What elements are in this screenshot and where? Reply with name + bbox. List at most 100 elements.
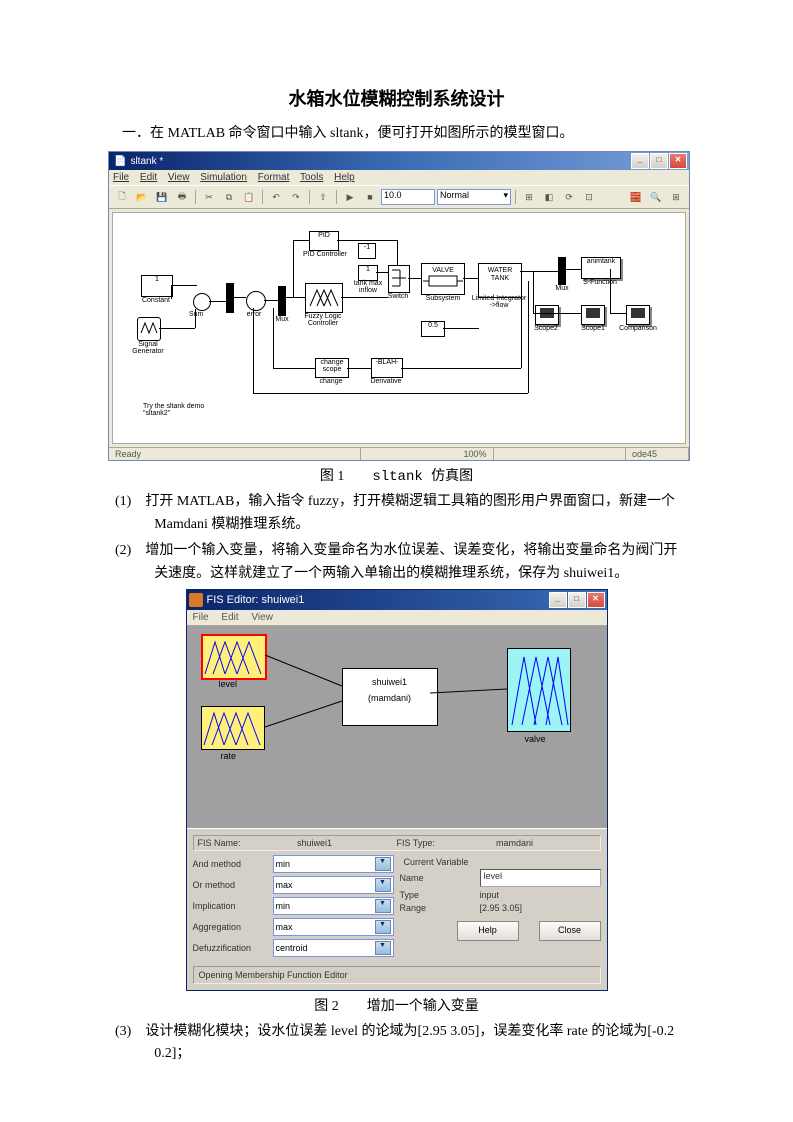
watertank-block[interactable]: WATERTANK [478,263,522,298]
range-label: Range [400,903,480,913]
undo-icon[interactable]: ↶ [267,188,285,206]
and-select[interactable]: min▼ [273,855,394,873]
def-label: Defuzzification [193,943,273,953]
menu-view[interactable]: View [168,172,190,183]
agg-label: Aggregation [193,922,273,932]
close-button[interactable]: Close [539,921,601,941]
minimize-button[interactable]: _ [549,592,567,608]
toolbar[interactable]: 🗋 📂 💾 🖶 ✂ ⧉ 📋 ↶ ↷ ⇧ ▶ ■ 10.0 Normal▾ ⊞ ◧… [109,185,689,209]
solver-select[interactable]: Normal▾ [437,189,511,205]
tool-icon[interactable]: ⊡ [580,188,598,206]
scope1-label: Scope1 [575,325,611,332]
const1-block[interactable]: 1 [358,265,378,281]
fis-system-box[interactable]: shuiwei1 (mamdani) [342,668,438,726]
up-icon[interactable]: ⇧ [314,188,332,206]
menu-edit[interactable]: Edit [221,612,238,623]
open-icon[interactable]: 📂 [133,188,151,206]
input-rate-box[interactable] [201,706,265,750]
scope-icon[interactable]: 🔍 [647,188,665,206]
section-1: 一．在 MATLAB 命令窗口中输入 sltank，便可打开如图所示的模型窗口。 [108,123,685,145]
compare-label: Comparison [617,325,659,332]
menubar[interactable]: File Edit View Simulation Format Tools H… [109,170,689,185]
compare-block[interactable] [626,305,650,325]
sfunc-label: S-Function [577,279,623,286]
or-select[interactable]: max▼ [273,876,394,894]
paste-icon[interactable]: 📋 [240,188,258,206]
menu-file[interactable]: File [193,612,209,623]
chevron-down-icon[interactable]: ▼ [375,920,391,934]
animtank-block[interactable]: animtank [581,257,621,279]
save-icon[interactable]: 💾 [153,188,171,206]
menu-edit[interactable]: Edit [140,172,157,183]
mux-block[interactable] [226,283,234,313]
titlebar[interactable]: 📄 sltank * _ □ ✕ [109,152,689,170]
menu-file[interactable]: File [113,172,129,183]
print-icon[interactable]: 🖶 [173,188,191,206]
change-block[interactable]: changescope [315,358,349,378]
switch-block[interactable] [388,265,410,293]
chevron-down-icon[interactable]: ▼ [375,878,391,892]
pid-block[interactable]: PID [309,231,339,251]
siggen-label: SignalGenerator [123,341,173,355]
const05-block[interactable]: 0.5 [421,321,445,337]
deriv-label: Derivative [365,378,407,385]
fuzzy-block[interactable] [305,283,343,313]
help-button[interactable]: Help [457,921,519,941]
stop-time[interactable]: 10.0 [381,189,435,205]
tool-icon[interactable]: ⊞ [520,188,538,206]
signal-gen-block[interactable] [137,317,161,341]
fisname-label: FIS Name: [198,838,298,848]
sys-type: (mamdani) [347,693,433,703]
imp-select[interactable]: min▼ [273,897,394,915]
redo-icon[interactable]: ↷ [287,188,305,206]
mux2-block[interactable] [278,286,286,316]
doc-title: 水箱水位模糊控制系统设计 [108,85,685,111]
cut-icon[interactable]: ✂ [200,188,218,206]
chevron-down-icon[interactable]: ▼ [375,899,391,913]
sum-label: Sum [189,311,203,318]
maximize-button[interactable]: □ [568,592,586,608]
input2-label: rate [221,751,237,761]
minimize-button[interactable]: _ [631,153,649,169]
range-value: [2.95 3.05] [480,903,601,913]
menu-tools[interactable]: Tools [300,172,323,183]
fis-menubar[interactable]: File Edit View [187,610,607,626]
model-canvas[interactable]: 1 Constant SignalGenerator Sum error Mux… [112,212,686,444]
list-item-1: (1) 打开 MATLAB，输入指令 fuzzy，打开模糊逻辑工具箱的图形用户界… [108,491,685,536]
stop-icon[interactable]: ■ [361,188,379,206]
fis-diagram[interactable]: level rate shuiwei1 (mamdani) valve [187,626,607,828]
constant-block[interactable]: 1 [141,275,173,297]
sum2-block[interactable] [246,291,266,311]
type-label: Type [400,890,480,900]
def-select[interactable]: centroid▼ [273,939,394,957]
new-icon[interactable]: 🗋 [113,188,131,206]
blah-block[interactable]: -BLAH- [371,358,403,378]
close-button[interactable]: ✕ [669,153,687,169]
menu-view[interactable]: View [251,612,273,623]
refresh-icon[interactable]: ⟳ [560,188,578,206]
tool-icon[interactable]: ◧ [540,188,558,206]
model-icon[interactable]: ⊞ [667,188,685,206]
play-icon[interactable]: ▶ [341,188,359,206]
valve-block[interactable]: VALVE [421,263,465,295]
list-item-3: (3) 设计模糊化模块；设水位误差 level 的论域为[2.95 3.05]，… [108,1021,685,1066]
agg-select[interactable]: max▼ [273,918,394,936]
chevron-down-icon[interactable]: ▼ [375,857,391,871]
scope1-block[interactable] [581,305,605,325]
name-value[interactable]: level [480,869,601,887]
close-button[interactable]: ✕ [587,592,605,608]
chevron-down-icon[interactable]: ▼ [375,941,391,955]
output-valve-box[interactable] [507,648,571,732]
library-icon[interactable]: 🧱 [627,188,645,206]
mux3-block[interactable] [558,257,566,285]
menu-simulation[interactable]: Simulation [200,172,247,183]
input-level-box[interactable] [201,634,267,680]
constneg-block[interactable]: -1 [358,243,376,259]
scope2-block[interactable] [535,305,559,325]
copy-icon[interactable]: ⧉ [220,188,238,206]
menu-format[interactable]: Format [258,172,290,183]
menu-help[interactable]: Help [334,172,355,183]
fis-titlebar[interactable]: FIS Editor: shuiwei1 _ □ ✕ [187,590,607,610]
simulink-icon: 📄 [114,156,126,167]
maximize-button[interactable]: □ [650,153,668,169]
